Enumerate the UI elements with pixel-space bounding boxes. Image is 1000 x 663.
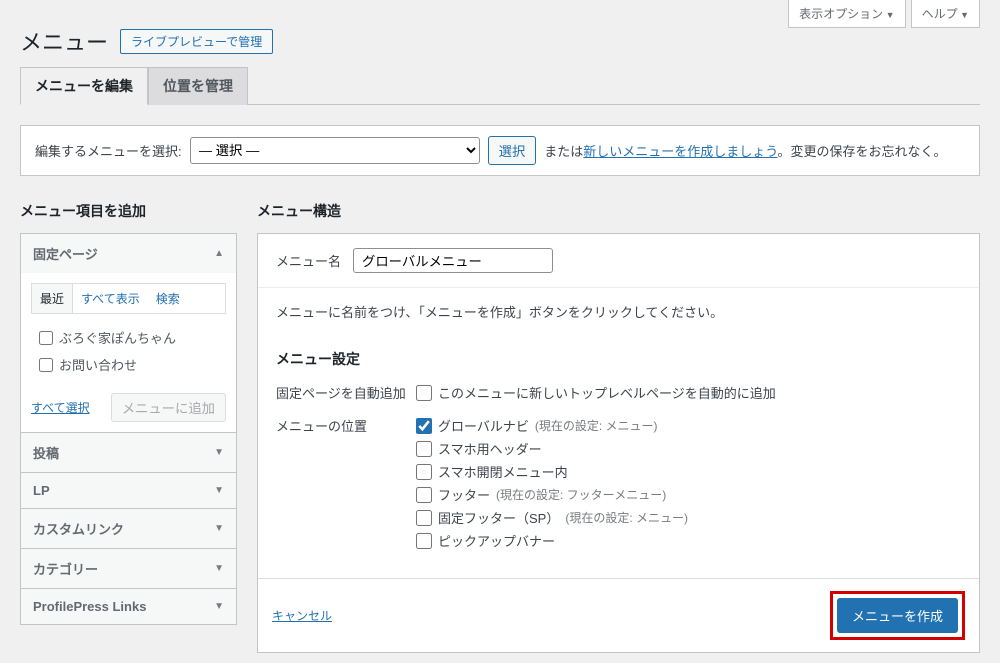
location-checkbox-5[interactable] bbox=[416, 533, 432, 549]
chevron-down-icon: ▼ bbox=[214, 523, 224, 534]
subtab-search[interactable]: 検索 bbox=[148, 284, 188, 313]
accordion-category[interactable]: カテゴリー▼ bbox=[21, 548, 236, 588]
location-option[interactable]: グローバルナビ (現在の設定: メニュー) bbox=[416, 416, 688, 435]
instructions-text: メニューに名前をつけ、「メニューを作成」ボタンをクリックしてください。 bbox=[276, 302, 961, 321]
chevron-up-icon: ▲ bbox=[214, 248, 224, 259]
add-to-menu-button[interactable]: メニューに追加 bbox=[111, 393, 226, 422]
chevron-down-icon: ▼ bbox=[214, 601, 224, 612]
auto-add-checkbox[interactable] bbox=[416, 385, 432, 401]
accordion-fixed-page[interactable]: 固定ページ ▲ bbox=[21, 234, 236, 273]
location-checkbox-3[interactable] bbox=[416, 487, 432, 503]
tab-edit-menu[interactable]: メニューを編集 bbox=[20, 67, 148, 105]
highlight-box: メニューを作成 bbox=[830, 591, 965, 640]
auto-add-label: 固定ページを自動追加 bbox=[276, 383, 416, 406]
selector-text: または新しいメニューを作成しましょう。変更の保存をお忘れなく。 bbox=[544, 141, 946, 160]
page-checkbox-1[interactable] bbox=[39, 358, 53, 372]
location-option[interactable]: 固定フッター（SP） (現在の設定: メニュー) bbox=[416, 508, 688, 527]
location-checkbox-2[interactable] bbox=[416, 464, 432, 480]
chevron-down-icon: ▼ bbox=[214, 485, 224, 496]
accordion-custom-link[interactable]: カスタムリンク▼ bbox=[21, 508, 236, 548]
menu-select-label: 編集するメニューを選択: bbox=[35, 141, 182, 160]
chevron-down-icon: ▼ bbox=[214, 447, 224, 458]
select-all-link[interactable]: すべて選択 bbox=[31, 399, 90, 416]
location-checkbox-4[interactable] bbox=[416, 510, 432, 526]
tab-manage-locations[interactable]: 位置を管理 bbox=[148, 67, 248, 105]
subtab-recent[interactable]: 最近 bbox=[32, 284, 73, 313]
location-option[interactable]: フッター (現在の設定: フッターメニュー) bbox=[416, 485, 688, 504]
page-item-checkbox[interactable]: ぶろぐ家ぽんちゃん bbox=[31, 324, 226, 351]
choose-button[interactable]: 選択 bbox=[488, 136, 537, 165]
auto-add-option[interactable]: このメニューに新しいトップレベルページを自動的に追加 bbox=[416, 383, 776, 402]
menu-structure-heading: メニュー構造 bbox=[257, 201, 980, 221]
page-checkbox-0[interactable] bbox=[39, 331, 53, 345]
menu-select-dropdown[interactable]: — 選択 — bbox=[190, 137, 480, 164]
accordion-lp[interactable]: LP▼ bbox=[21, 472, 236, 508]
page-item-checkbox[interactable]: お問い合わせ bbox=[31, 351, 226, 378]
screen-options-button[interactable]: 表示オプション bbox=[788, 0, 905, 28]
location-checkbox-0[interactable] bbox=[416, 418, 432, 434]
page-title: メニュー bbox=[20, 25, 108, 57]
accordion-post[interactable]: 投稿▼ bbox=[21, 432, 236, 472]
location-checkbox-1[interactable] bbox=[416, 441, 432, 457]
cancel-link[interactable]: キャンセル bbox=[272, 607, 332, 624]
menu-name-input[interactable] bbox=[353, 248, 553, 273]
accordion-profilepress[interactable]: ProfilePress Links▼ bbox=[21, 588, 236, 624]
create-menu-button[interactable]: メニューを作成 bbox=[837, 598, 958, 633]
live-preview-button[interactable]: ライブプレビューで管理 bbox=[120, 29, 273, 54]
menu-name-label: メニュー名 bbox=[276, 251, 341, 270]
location-option[interactable]: スマホ開閉メニュー内 bbox=[416, 462, 688, 481]
location-label: メニューの位置 bbox=[276, 416, 416, 554]
help-button[interactable]: ヘルプ bbox=[911, 0, 980, 28]
create-new-menu-link[interactable]: 新しいメニューを作成しましょう bbox=[583, 144, 777, 159]
chevron-down-icon: ▼ bbox=[214, 563, 224, 574]
menu-settings-heading: メニュー設定 bbox=[276, 349, 961, 369]
location-option[interactable]: スマホ用ヘッダー bbox=[416, 439, 688, 458]
subtab-all[interactable]: すべて表示 bbox=[73, 284, 148, 313]
add-items-heading: メニュー項目を追加 bbox=[20, 201, 237, 221]
location-option[interactable]: ピックアップバナー bbox=[416, 531, 688, 550]
